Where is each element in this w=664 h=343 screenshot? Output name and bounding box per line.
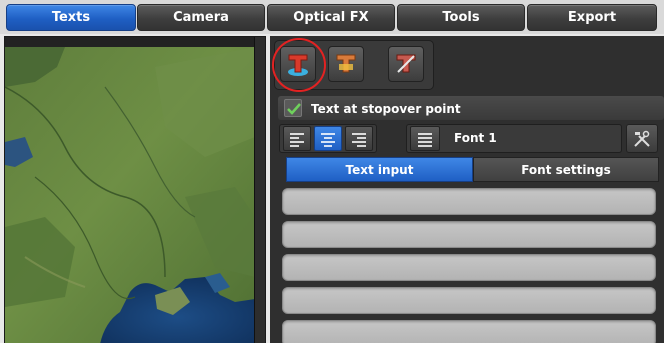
font-tools-button[interactable] <box>626 124 658 153</box>
text-delete-icon <box>396 54 416 73</box>
align-left-icon <box>290 132 304 147</box>
delete-text-button[interactable] <box>388 46 424 82</box>
text-line-3[interactable] <box>282 254 656 281</box>
text-line-1[interactable] <box>282 188 656 215</box>
align-left-button[interactable] <box>283 126 311 151</box>
text-edit-icon <box>336 54 356 73</box>
text-line-5[interactable] <box>282 320 656 343</box>
map-scrollbar[interactable] <box>254 37 265 343</box>
tab-optical-fx[interactable]: Optical FX <box>267 4 395 31</box>
align-right-button[interactable] <box>345 126 373 151</box>
font-name: Font 1 <box>454 131 497 145</box>
list-icon <box>418 132 432 147</box>
checkmark-icon <box>287 103 301 115</box>
align-right-icon <box>352 132 366 147</box>
tab-export[interactable]: Export <box>527 4 657 31</box>
align-center-icon <box>321 132 335 147</box>
tab-camera[interactable]: Camera <box>137 4 265 31</box>
stopover-checkbox[interactable] <box>284 99 302 117</box>
tools-icon <box>634 130 650 147</box>
tab-text-input[interactable]: Text input <box>286 157 473 182</box>
main-tab-bar: Texts Camera Optical FX Tools Export <box>0 0 664 34</box>
tab-font-settings[interactable]: Font settings <box>473 157 659 182</box>
edit-text-button[interactable] <box>328 46 364 82</box>
highlight-ring <box>272 38 326 92</box>
font-list-button[interactable] <box>410 126 440 151</box>
satellite-map-image <box>5 47 255 343</box>
align-center-button[interactable] <box>314 126 342 151</box>
text-line-2[interactable] <box>282 221 656 248</box>
text-line-4[interactable] <box>282 287 656 314</box>
tab-tools[interactable]: Tools <box>397 4 525 31</box>
tab-texts[interactable]: Texts <box>6 4 136 31</box>
map-preview[interactable] <box>4 36 266 343</box>
stopover-label: Text at stopover point <box>311 102 461 116</box>
